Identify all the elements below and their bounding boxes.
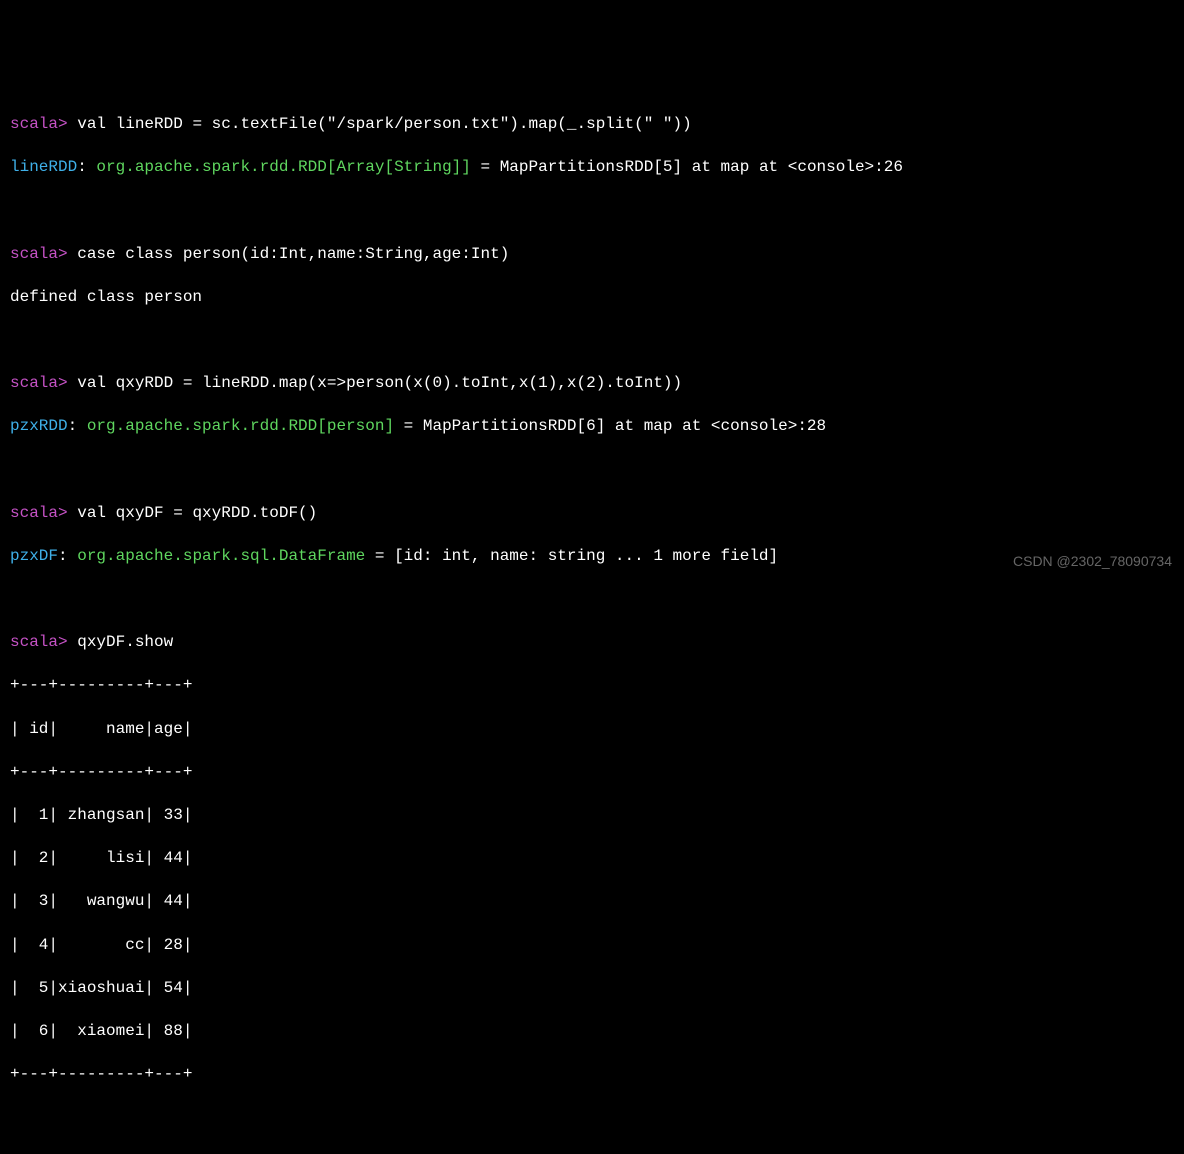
blank-line — [10, 589, 1174, 611]
blank-line — [10, 330, 1174, 352]
blank-line — [10, 200, 1174, 222]
cmd-text: val qxyRDD = lineRDD.map(x=>person(x(0).… — [77, 374, 682, 392]
prompt: scala> — [10, 115, 68, 133]
blank-line — [10, 459, 1174, 481]
table-header: | id| name|age| — [10, 719, 1174, 741]
prompt: scala> — [10, 633, 68, 651]
output-line-1: lineRDD: org.apache.spark.rdd.RDD[Array[… — [10, 157, 1174, 179]
table-border: +---+---------+---+ — [10, 762, 1174, 784]
type-name: org.apache.spark.rdd.RDD[Array[String]] — [96, 158, 470, 176]
prompt: scala> — [10, 245, 68, 263]
table-row: | 3| wangwu| 44| — [10, 891, 1174, 913]
var-name: pzxRDD — [10, 417, 68, 435]
table-row: | 4| cc| 28| — [10, 935, 1174, 957]
type-name: org.apache.spark.sql.DataFrame — [77, 547, 365, 565]
var-name: pzxDF — [10, 547, 58, 565]
cmd-line-4: scala> val qxyDF = qxyRDD.toDF() — [10, 503, 1174, 525]
cmd-line-2: scala> case class person(id:Int,name:Str… — [10, 244, 1174, 266]
type-name: org.apache.spark.rdd.RDD[person] — [87, 417, 394, 435]
output-line-3: pzxRDD: org.apache.spark.rdd.RDD[person]… — [10, 416, 1174, 438]
output-line-2: defined class person — [10, 287, 1174, 309]
cmd-text: qxyDF.show — [77, 633, 173, 651]
cmd-text: case class person(id:Int,name:String,age… — [77, 245, 509, 263]
prompt: scala> — [10, 504, 68, 522]
output-line-4: pzxDF: org.apache.spark.sql.DataFrame = … — [10, 546, 1174, 568]
cmd-line-5: scala> qxyDF.show — [10, 632, 1174, 654]
table-row: | 2| lisi| 44| — [10, 848, 1174, 870]
watermark: CSDN @2302_78090734 — [1013, 552, 1172, 571]
terminal-output: scala> val lineRDD = sc.textFile("/spark… — [10, 92, 1174, 1107]
table-row: | 5|xiaoshuai| 54| — [10, 978, 1174, 1000]
table-border: +---+---------+---+ — [10, 1064, 1174, 1086]
var-name: lineRDD — [10, 158, 77, 176]
cmd-line-3: scala> val qxyRDD = lineRDD.map(x=>perso… — [10, 373, 1174, 395]
prompt: scala> — [10, 374, 68, 392]
cmd-line-1: scala> val lineRDD = sc.textFile("/spark… — [10, 114, 1174, 136]
table-row: | 1| zhangsan| 33| — [10, 805, 1174, 827]
table-border: +---+---------+---+ — [10, 675, 1174, 697]
cmd-text: val qxyDF = qxyRDD.toDF() — [77, 504, 317, 522]
cmd-text: val lineRDD = sc.textFile("/spark/person… — [77, 115, 692, 133]
table-row: | 6| xiaomei| 88| — [10, 1021, 1174, 1043]
